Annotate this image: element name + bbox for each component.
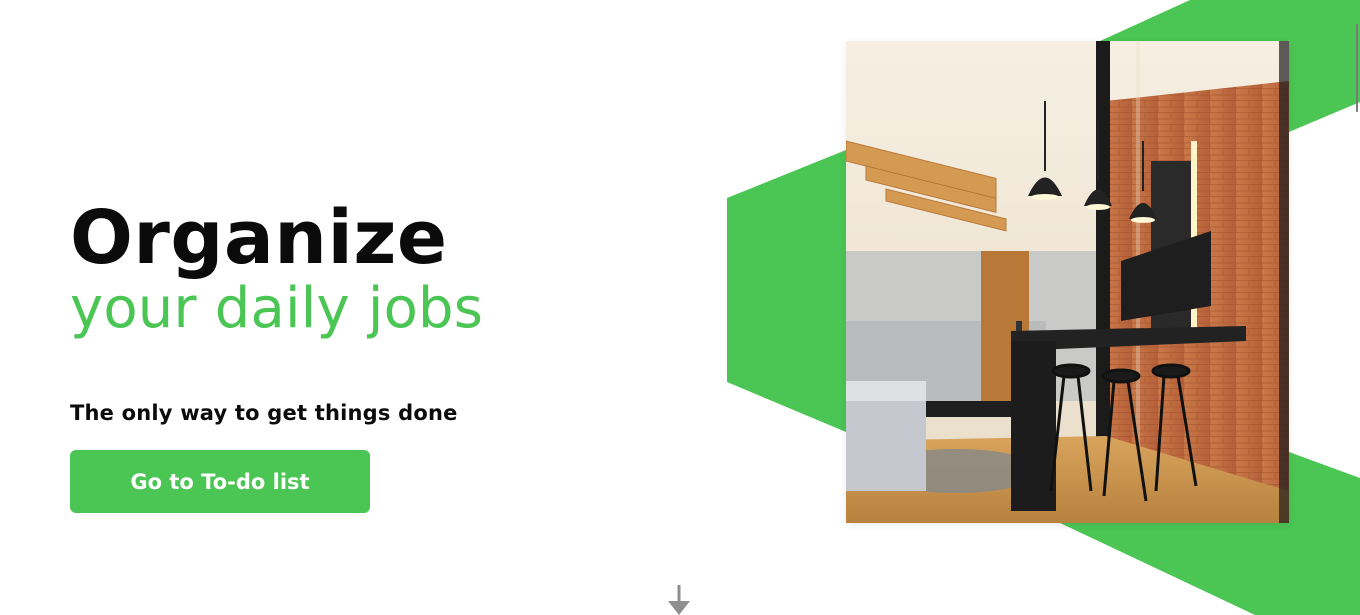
hero-title: Organize [70, 195, 448, 281]
hero-tagline: The only way to get things done [70, 401, 458, 425]
green-hexagon-left [727, 150, 846, 432]
office-interior-image [846, 41, 1289, 523]
hero-subtitle: your daily jobs [70, 276, 484, 341]
hero-photo [846, 41, 1289, 523]
scrollbar-thumb[interactable] [1356, 24, 1358, 112]
arrow-down-icon [668, 585, 690, 615]
hero-section: Organize your daily jobs The only way to… [70, 196, 630, 513]
go-to-todo-list-button[interactable]: Go to To-do list [70, 450, 370, 513]
scroll-down-button[interactable] [666, 583, 692, 615]
